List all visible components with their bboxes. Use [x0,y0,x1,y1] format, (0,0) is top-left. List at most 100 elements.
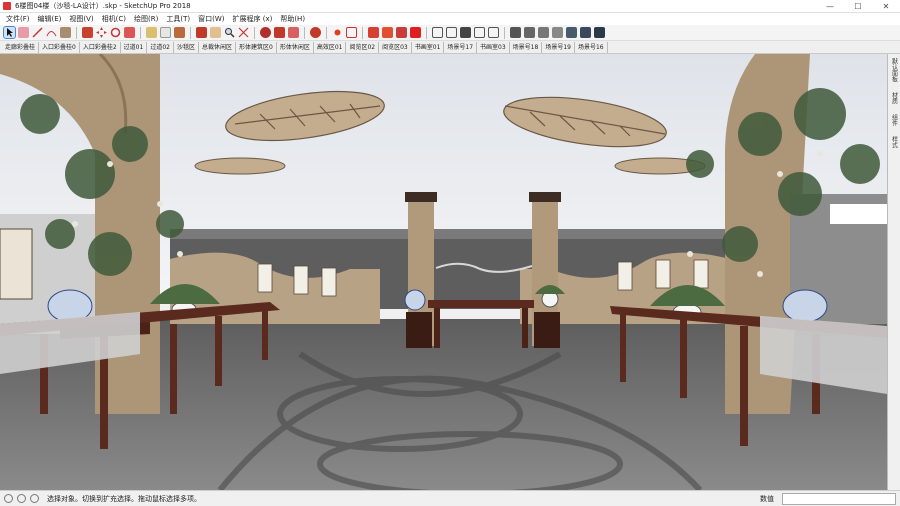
offset-tool-icon[interactable] [124,27,135,38]
close-button[interactable]: ✕ [872,0,900,13]
minimize-button[interactable]: — [816,0,844,13]
line-tool-icon[interactable] [32,27,43,38]
wireframe-icon[interactable] [538,27,549,38]
measurements-input[interactable] [782,493,896,505]
scene-tab[interactable]: 阅览区03 [379,41,412,53]
scene-tab[interactable]: 场景号17 [444,41,478,53]
tray-tab[interactable]: 样式 [890,136,899,148]
menu-extensions[interactable]: 扩展程序 (x) [228,14,276,24]
side-stand-left [406,312,432,348]
tray-tab[interactable]: 默认面板 [890,58,899,82]
scene-tab[interactable]: 沙毯区 [174,41,199,53]
menu-draw[interactable]: 绘图(R) [130,14,162,24]
shape-tool-icon[interactable] [60,27,71,38]
scene-tab[interactable]: 阅览区02 [346,41,380,53]
toolbar-divider [326,26,327,39]
xray-icon[interactable] [510,27,521,38]
top-view-icon[interactable] [488,27,499,38]
paint-bucket-icon[interactable] [174,27,185,38]
menu-view[interactable]: 视图(V) [65,14,97,24]
share-model-icon[interactable] [288,27,299,38]
scene-tab[interactable]: 总裁休闲区 [199,41,236,53]
window-title: 6楼图04楼（沙毯-LA设计）.skp - SketchUp Pro 2018 [15,2,191,10]
sun-settings-icon[interactable] [332,27,343,38]
status-bar: 选择对象。切换到扩充选择。拖动鼠标选择多项。 数值 [0,490,900,506]
layout-plugin-icon[interactable] [382,27,393,38]
scene-tab[interactable]: 书画室01 [412,41,445,53]
scene-tab[interactable]: 高效区01 [314,41,347,53]
select-tool-icon[interactable] [3,26,16,39]
sketchup-app-icon [3,2,11,10]
sketch-plugin-icon[interactable] [368,27,379,38]
window-controls: — ☐ ✕ [816,0,900,13]
text-tool-icon[interactable] [160,27,171,38]
menu-window[interactable]: 窗口(W) [194,14,228,24]
tray-tab[interactable]: 材质 [890,92,899,104]
rotate-tool-icon[interactable] [110,27,121,38]
pan-tool-icon[interactable] [210,27,221,38]
menu-camera[interactable]: 相机(C) [98,14,130,24]
section-plane-icon[interactable] [346,27,357,38]
model-render [0,54,887,490]
hidden-line-icon[interactable] [552,27,563,38]
arc-tool-icon[interactable] [46,27,57,38]
render-plugin-icon[interactable] [410,27,421,38]
measurements-label: 数值 [760,494,774,503]
scene-tab[interactable]: 过道02 [147,41,174,53]
scene-tab[interactable]: 入口彩叠桂0 [39,41,80,53]
monochrome-icon[interactable] [594,27,605,38]
shaded-icon[interactable] [566,27,577,38]
geo-location-icon[interactable] [4,494,13,503]
maximize-button[interactable]: ☐ [844,0,872,13]
center-table [428,300,534,308]
menu-file[interactable]: 文件(F) [2,14,34,24]
extension-warehouse-icon[interactable] [274,27,285,38]
zoom-extents-icon[interactable] [238,27,249,38]
shaded-textures-icon[interactable] [580,27,591,38]
menu-help[interactable]: 帮助(H) [276,14,309,24]
toolbar-divider [504,26,505,39]
zoom-tool-icon[interactable] [224,27,235,38]
menu-edit[interactable]: 编辑(E) [34,14,66,24]
menu-bar: 文件(F) 编辑(E) 视图(V) 相机(C) 绘图(R) 工具(T) 窗口(W… [0,13,900,25]
scene-tab[interactable]: 场景号16 [575,41,608,53]
toolbar-divider [362,26,363,39]
side-stand-right [534,312,560,348]
scene-tab[interactable]: 形体休闲区 [277,41,314,53]
model-viewport[interactable] [0,54,887,490]
left-view-icon[interactable] [474,27,485,38]
main-toolbar [0,25,900,41]
style-builder-icon[interactable] [396,27,407,38]
scene-tab[interactable]: 过道01 [121,41,148,53]
back-edges-icon[interactable] [524,27,535,38]
scene-tab[interactable]: 入口彩叠桂2 [80,41,121,53]
scene-tab[interactable]: 场景号18 [510,41,543,53]
front-view-icon[interactable] [432,27,443,38]
scene-tab[interactable]: 走廊彩叠桂 [2,41,40,53]
status-message: 选择对象。切换到扩充选择。拖动鼠标选择多项。 [47,494,201,503]
scene-tab[interactable]: 形体建筑区0 [236,41,277,53]
scene-tab[interactable]: 书画室03 [477,41,510,53]
ruby-console-icon[interactable] [310,27,321,38]
toolbar-divider [140,26,141,39]
scene-tabs: 走廊彩叠桂 入口彩叠桂0 入口彩叠桂2 过道01 过道02 沙毯区 总裁休闲区 … [0,41,900,54]
back-view-icon[interactable] [446,27,457,38]
menu-tools[interactable]: 工具(T) [162,14,194,24]
toolbar-divider [190,26,191,39]
eraser-icon[interactable] [18,27,29,38]
toolbar-divider [254,26,255,39]
tape-measure-icon[interactable] [146,27,157,38]
push-pull-icon[interactable] [82,27,93,38]
move-tool-icon[interactable] [96,27,107,38]
toolbar-divider [76,26,77,39]
credits-icon[interactable] [17,494,26,503]
iso-view-icon[interactable] [460,27,471,38]
user-icon[interactable] [30,494,39,503]
toolbar-divider [426,26,427,39]
default-tray: 默认面板 材质 组件 样式 [887,54,900,490]
tray-tab[interactable]: 组件 [890,114,899,126]
warehouse-icon[interactable] [260,27,271,38]
toolbar-divider [304,26,305,39]
scene-tab[interactable]: 场景号19 [542,41,575,53]
orbit-tool-icon[interactable] [196,27,207,38]
